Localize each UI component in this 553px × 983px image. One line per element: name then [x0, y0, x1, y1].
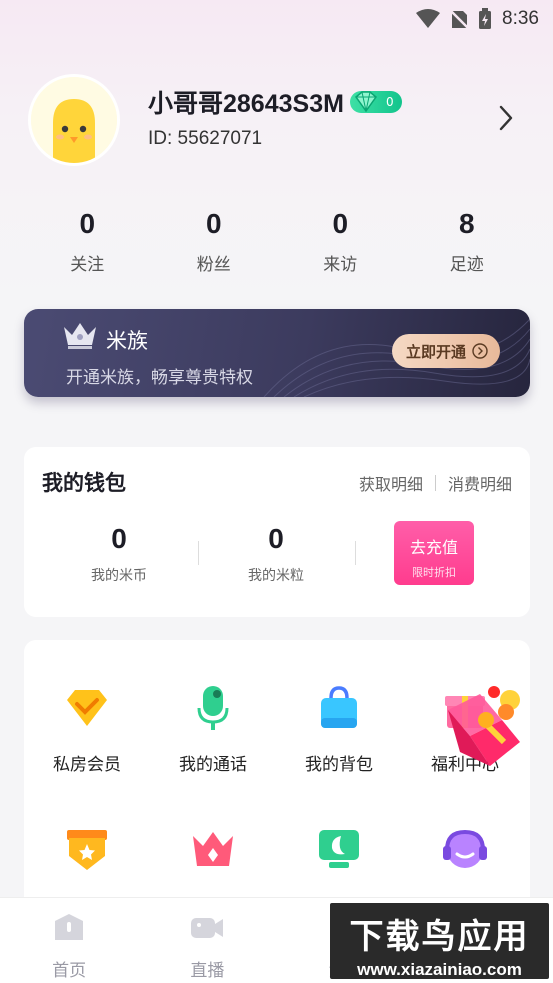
crown-icon	[193, 832, 233, 866]
microphone-icon	[197, 686, 229, 730]
chick-avatar-icon	[31, 77, 117, 163]
wallet-coins[interactable]: 0 我的米币	[39, 523, 199, 585]
stat-value: 0	[332, 208, 349, 239]
recharge-sublabel: 限时折扣	[412, 566, 456, 579]
watermark-title: 下载鸟应用	[349, 917, 530, 957]
vip-title: 米族	[106, 329, 148, 353]
bag-icon	[321, 686, 357, 728]
stat-footprints[interactable]: 8 足迹	[404, 208, 531, 275]
menu-item-label: 我的背包	[305, 755, 373, 775]
gift-box-icon	[448, 686, 520, 766]
video-camera-icon	[191, 918, 224, 938]
menu-item-label: 私房会员	[53, 755, 121, 775]
coins-label: 我的米币	[91, 568, 147, 584]
stat-label: 粉丝	[196, 255, 231, 275]
arrow-circle-icon	[472, 343, 488, 359]
stat-label: 足迹	[449, 255, 484, 275]
stat-label: 来访	[323, 255, 358, 275]
vip-subtitle: 开通米族，畅享尊贵特权	[66, 368, 253, 388]
recharge-label: 去充值	[409, 538, 458, 557]
expense-details-link[interactable]: 消费明细	[448, 471, 512, 495]
tab-home[interactable]: 首页	[0, 898, 138, 983]
recharge-button[interactable]: 去充值 限时折扣	[394, 521, 474, 585]
nickname: 小哥哥28643S3M	[148, 90, 344, 118]
stat-label: 关注	[70, 255, 105, 275]
grains-label: 我的米粒	[248, 568, 304, 584]
grains-value: 0	[268, 523, 284, 554]
income-details-link[interactable]: 获取明细	[359, 471, 423, 495]
level-badge-icon	[67, 830, 107, 870]
vip-button-label: 立即开通	[405, 342, 466, 361]
tab-live[interactable]: 直播	[138, 898, 276, 983]
user-id: ID: 55627071	[148, 128, 263, 149]
wifi-icon	[416, 9, 441, 28]
level-badge: 0	[349, 91, 402, 113]
stat-value: 0	[205, 208, 222, 239]
watermark-url: www.xiazainiao.com	[357, 960, 522, 979]
stat-following[interactable]: 0 关注	[24, 208, 151, 275]
level-value: 0	[385, 95, 394, 109]
stat-fans[interactable]: 0 粉丝	[151, 208, 278, 275]
tab-label: 首页	[52, 961, 87, 981]
menu-item-private-vip[interactable]: 私房会员	[24, 684, 150, 775]
chevron-right-icon[interactable]	[498, 104, 514, 132]
menu-item-my-bag[interactable]: 我的背包	[276, 684, 402, 775]
crown-icon	[64, 323, 96, 349]
divider	[355, 541, 356, 565]
stat-visitors[interactable]: 0 来访	[277, 208, 404, 275]
diamond-icon	[67, 690, 107, 726]
home-icon	[55, 914, 84, 940]
wallet-title: 我的钱包	[42, 471, 126, 495]
tab-label: 直播	[190, 961, 225, 981]
stat-value: 8	[458, 208, 475, 239]
status-time: 8:36	[502, 8, 539, 29]
no-signal-icon	[450, 9, 469, 29]
wallet-card: 我的钱包 获取明细 消费明细 0 我的米币 0 我的米粒 去充值 限时折扣	[24, 447, 530, 617]
vip-banner[interactable]: 米族 开通米族，畅享尊贵特权 立即开通	[24, 309, 530, 397]
coins-value: 0	[111, 523, 127, 554]
watermark: 下载鸟应用 www.xiazainiao.com	[330, 903, 549, 979]
menu-item-label: 我的通话	[179, 755, 247, 775]
divider	[434, 475, 436, 491]
vip-open-button[interactable]: 立即开通	[391, 334, 500, 368]
menu-item-my-calls[interactable]: 我的通话	[150, 684, 276, 775]
battery-charging-icon	[479, 8, 492, 29]
profile-stats: 0 关注 0 粉丝 0 来访 8 足迹	[24, 208, 530, 275]
profile-header[interactable]: 小哥哥28643S3M 0 ID: 55627071	[28, 74, 528, 166]
headset-icon	[443, 829, 487, 868]
floating-gift-button[interactable]	[440, 680, 532, 772]
avatar[interactable]	[28, 74, 120, 166]
status-bar: 8:36	[0, 0, 553, 38]
wallet-grains[interactable]: 0 我的米粒	[196, 523, 356, 585]
stat-value: 0	[79, 208, 96, 239]
moon-icon	[319, 830, 359, 868]
gem-icon	[354, 91, 377, 113]
